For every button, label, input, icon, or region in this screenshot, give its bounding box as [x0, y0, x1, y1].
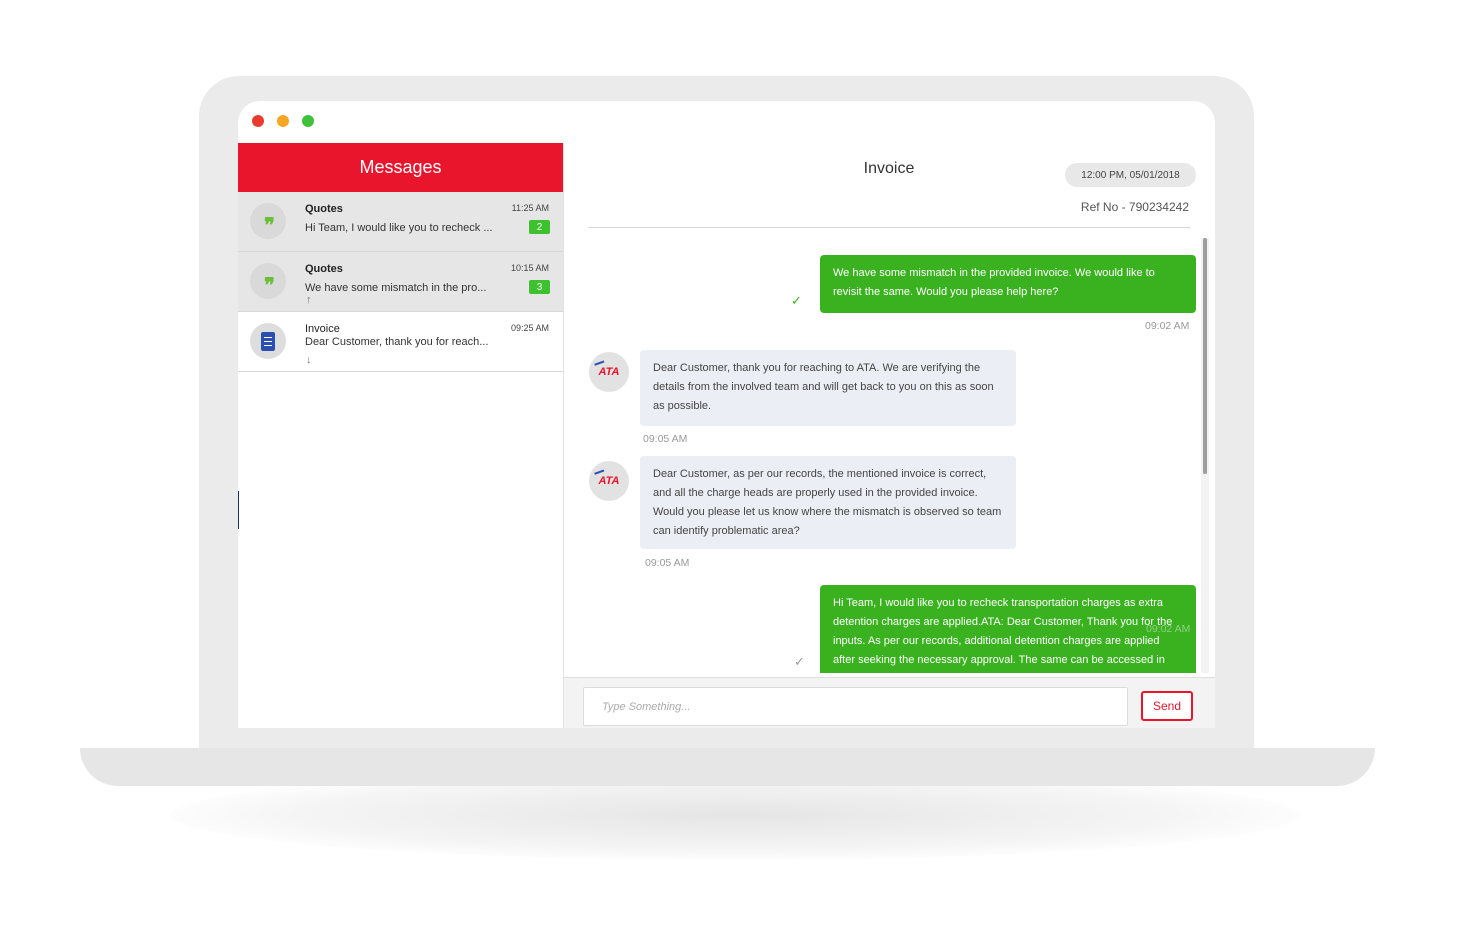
arrow-down-icon: ↓ — [306, 354, 312, 366]
chat-pane: Invoice 12:00 PM, 05/01/2018 Ref No - 79… — [564, 143, 1215, 728]
unread-badge: 3 — [529, 280, 550, 294]
window-minimize-dot[interactable] — [277, 115, 289, 127]
message-time: 09:05 AM — [645, 557, 690, 569]
outgoing-message: We have some mismatch in the provided in… — [820, 255, 1196, 313]
message-text: Hi Team, I would like you to recheck tra… — [833, 597, 1173, 666]
incoming-message: Dear Customer, thank you for reaching to… — [640, 350, 1016, 426]
message-time: 09:05 AM — [643, 433, 688, 445]
arrow-up-icon: ↑ — [306, 294, 312, 306]
focus-marker — [238, 491, 239, 529]
conversation-avatar: ❞ — [250, 203, 286, 239]
app-window: Messages ❞ Quotes Hi Team, I would like … — [238, 101, 1215, 728]
conversation-item[interactable]: ❞ Quotes Hi Team, I would like you to re… — [238, 192, 563, 252]
reference-number: Ref No - 790234242 — [1080, 200, 1189, 214]
laptop-base — [80, 748, 1375, 786]
delivered-check-icon: ✓ — [791, 293, 802, 308]
header-divider — [588, 227, 1190, 228]
conversation-sidebar: Messages ❞ Quotes Hi Team, I would like … — [238, 143, 564, 728]
laptop-mockup: Messages ❞ Quotes Hi Team, I would like … — [0, 0, 1462, 948]
conversation-preview: Dear Customer, thank you for reach... — [305, 336, 489, 348]
sidebar-header: Messages — [238, 143, 563, 192]
send-button[interactable]: Send — [1141, 691, 1193, 721]
ata-avatar: ATA — [589, 461, 629, 501]
ata-logo-icon: ATA — [598, 475, 620, 487]
sent-check-icon: ✓ — [794, 654, 805, 669]
conversation-title: Quotes — [305, 203, 343, 215]
document-icon — [261, 331, 275, 351]
conversation-preview: Hi Team, I would like you to recheck ... — [305, 222, 493, 234]
message-text: Dear Customer, as per our records, the m… — [653, 468, 1002, 537]
message-text: Dear Customer, thank you for reaching to… — [653, 362, 994, 412]
conversation-avatar: ❞ — [250, 263, 286, 299]
unread-badge: 2 — [529, 220, 550, 234]
conversation-time: 10:15 AM — [510, 263, 549, 273]
conversation-title: Quotes — [305, 263, 343, 275]
message-time: 09:02 AM — [1145, 320, 1190, 332]
quote-icon: ❞ — [264, 213, 275, 237]
ata-avatar: ATA — [589, 352, 629, 392]
window-maximize-dot[interactable] — [302, 115, 314, 127]
window-close-dot[interactable] — [252, 115, 264, 127]
incoming-message: Dear Customer, as per our records, the m… — [640, 456, 1016, 549]
message-text: We have some mismatch in the provided in… — [833, 267, 1155, 298]
message-thread[interactable]: ✓ We have some mismatch in the provided … — [564, 229, 1200, 673]
date-badge: 12:00 PM, 05/01/2018 — [1065, 163, 1196, 187]
ata-logo-icon: ATA — [598, 366, 620, 378]
conversation-preview: We have some mismatch in the pro... — [305, 282, 487, 294]
conversation-time: 09:25 AM — [510, 323, 549, 333]
sidebar-title: Messages — [359, 157, 442, 177]
quote-icon: ❞ — [264, 273, 275, 297]
scrollbar-thumb[interactable] — [1203, 238, 1207, 474]
conversation-title: Invoice — [305, 323, 340, 335]
conversation-item[interactable]: Invoice Dear Customer, thank you for rea… — [238, 312, 563, 372]
conversation-item[interactable]: ❞ Quotes We have some mismatch in the pr… — [238, 252, 563, 312]
conversation-avatar — [250, 323, 286, 359]
message-time: 09:02 AM — [1146, 623, 1191, 635]
message-composer: Send — [564, 677, 1215, 728]
conversation-time: 11:25 AM — [511, 203, 549, 213]
message-input[interactable] — [583, 687, 1128, 726]
outgoing-message: Hi Team, I would like you to recheck tra… — [820, 585, 1196, 673]
